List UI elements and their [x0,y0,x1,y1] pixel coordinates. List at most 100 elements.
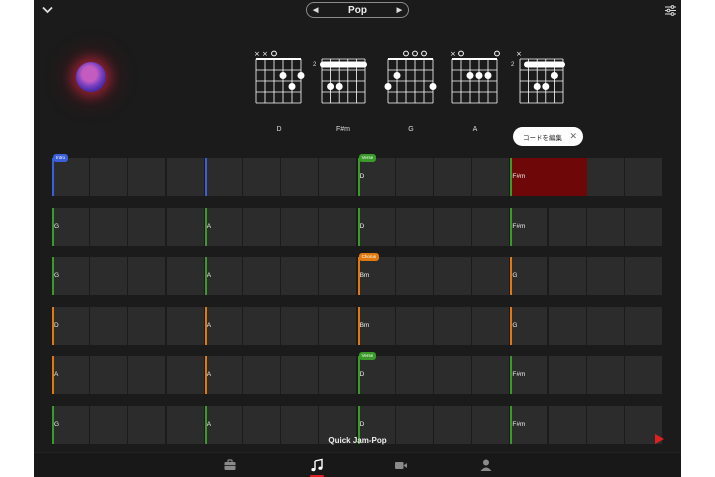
bar-chord-label[interactable]: G [512,272,517,279]
beat-cell[interactable] [319,307,357,345]
chevron-down-icon[interactable] [42,6,53,14]
bar-chord-label[interactable]: D [54,322,59,329]
section-tag[interactable]: Verse [358,352,377,360]
bar-chord-label[interactable]: A [207,421,211,428]
beat-cell[interactable] [281,307,319,345]
beat-cell[interactable] [204,158,242,196]
beat-cell[interactable] [586,307,624,345]
chord-diagram-g[interactable]: G [384,49,438,137]
chord-diagram-d[interactable]: × × D [252,49,306,137]
bar-chord-label[interactable]: G [54,421,59,428]
beat-cell[interactable] [319,158,357,196]
beat-cell[interactable] [625,356,662,394]
beat-cell[interactable] [319,257,357,295]
beat-cell[interactable] [625,307,662,345]
beat-cell[interactable] [90,158,128,196]
chord-diagram-bm[interactable]: × 2 [511,49,568,137]
bar-chord-label[interactable]: G [54,272,59,279]
person-icon[interactable] [479,458,493,472]
bar-chord-label[interactable]: Bm [360,322,370,329]
beat-cell[interactable] [586,208,624,246]
play-icon[interactable] [655,434,664,444]
beat-cell[interactable] [472,158,510,196]
beat-cell[interactable] [434,257,471,295]
beat-cell[interactable] [128,307,166,345]
beat-cell[interactable] [281,158,319,196]
beat-cell[interactable] [395,257,433,295]
beat-cell[interactable] [625,158,662,196]
chord-diagram-a[interactable]: × A [448,49,502,137]
bar-chord-label[interactable]: D [360,173,365,180]
beat-cell[interactable] [166,307,204,345]
beat-cell[interactable] [128,356,166,394]
beat-cell[interactable] [472,307,510,345]
section-tag[interactable]: Intro [53,154,69,162]
genre-selector[interactable]: ◀ Pop ▶ [306,2,409,18]
beat-cell[interactable] [548,257,586,295]
beat-cell[interactable] [90,307,128,345]
beat-cell[interactable] [472,208,510,246]
video-camera-icon[interactable] [394,458,408,472]
genre-next-icon[interactable]: ▶ [397,6,402,14]
bar-chord-label[interactable]: D [360,371,365,378]
beat-cell[interactable] [548,208,586,246]
bar-chord-label[interactable]: F#m [512,223,525,230]
bar-chord-label[interactable]: Bm [360,272,370,279]
bar-chord-label[interactable]: D [360,421,365,428]
genre-prev-icon[interactable]: ◀ [313,6,318,14]
beat-cell[interactable] [243,257,280,295]
bar-chord-label[interactable]: F#m [512,371,525,378]
beat-cell[interactable] [281,208,319,246]
beat-cell[interactable] [472,356,510,394]
bar-chord-label[interactable]: D [360,223,365,230]
beat-cell[interactable] [90,257,128,295]
bar-chord-label[interactable]: F#m [512,173,525,180]
beat-cell[interactable] [166,356,204,394]
beat-cell[interactable] [319,356,357,394]
beat-cell[interactable] [395,208,433,246]
beat-cell[interactable] [281,257,319,295]
beat-cell[interactable] [90,208,128,246]
sliders-icon[interactable] [665,5,676,16]
bar-chord-label[interactable]: A [54,371,58,378]
bar-chord-label[interactable]: F#m [512,421,525,428]
music-note-icon[interactable] [310,458,324,472]
edit-chords-pill[interactable]: コードを編集 ✕ [513,127,583,146]
beat-cell[interactable] [90,356,128,394]
beat-cell[interactable] [52,158,89,196]
bar-chord-label[interactable]: A [207,223,211,230]
beat-cell[interactable] [319,208,357,246]
beat-cell[interactable] [586,356,624,394]
chord-diagram-fsharp-m[interactable]: 2 F#m [313,49,370,137]
beat-cell[interactable] [548,356,586,394]
bar-chord-label[interactable]: G [54,223,59,230]
beat-cell[interactable] [395,356,433,394]
beat-cell[interactable] [243,208,280,246]
beat-cell[interactable] [434,158,471,196]
beat-cell[interactable] [166,158,204,196]
bar-chord-label[interactable]: A [207,272,211,279]
section-tag[interactable]: Chorus [358,253,380,261]
beat-cell[interactable] [166,208,204,246]
avatar[interactable] [76,62,106,92]
beat-cell[interactable] [395,307,433,345]
beat-cell[interactable] [625,257,662,295]
beat-cell[interactable] [243,356,280,394]
bar-chord-label[interactable]: G [512,322,517,329]
beat-cell[interactable] [166,257,204,295]
section-tag[interactable]: Verse [358,154,377,162]
briefcase-icon[interactable] [223,458,237,472]
beat-cell[interactable] [243,158,280,196]
beat-cell[interactable] [128,158,166,196]
beat-cell[interactable] [586,257,624,295]
beat-cell[interactable] [281,356,319,394]
bar-chord-label[interactable]: A [207,371,211,378]
bar-chord-label[interactable]: A [207,322,211,329]
beat-cell[interactable] [128,208,166,246]
beat-cell[interactable] [434,307,471,345]
beat-cell[interactable] [395,158,433,196]
beat-cell[interactable] [434,208,471,246]
beat-cell[interactable] [434,356,471,394]
beat-cell[interactable] [548,307,586,345]
close-icon[interactable]: ✕ [569,131,577,142]
